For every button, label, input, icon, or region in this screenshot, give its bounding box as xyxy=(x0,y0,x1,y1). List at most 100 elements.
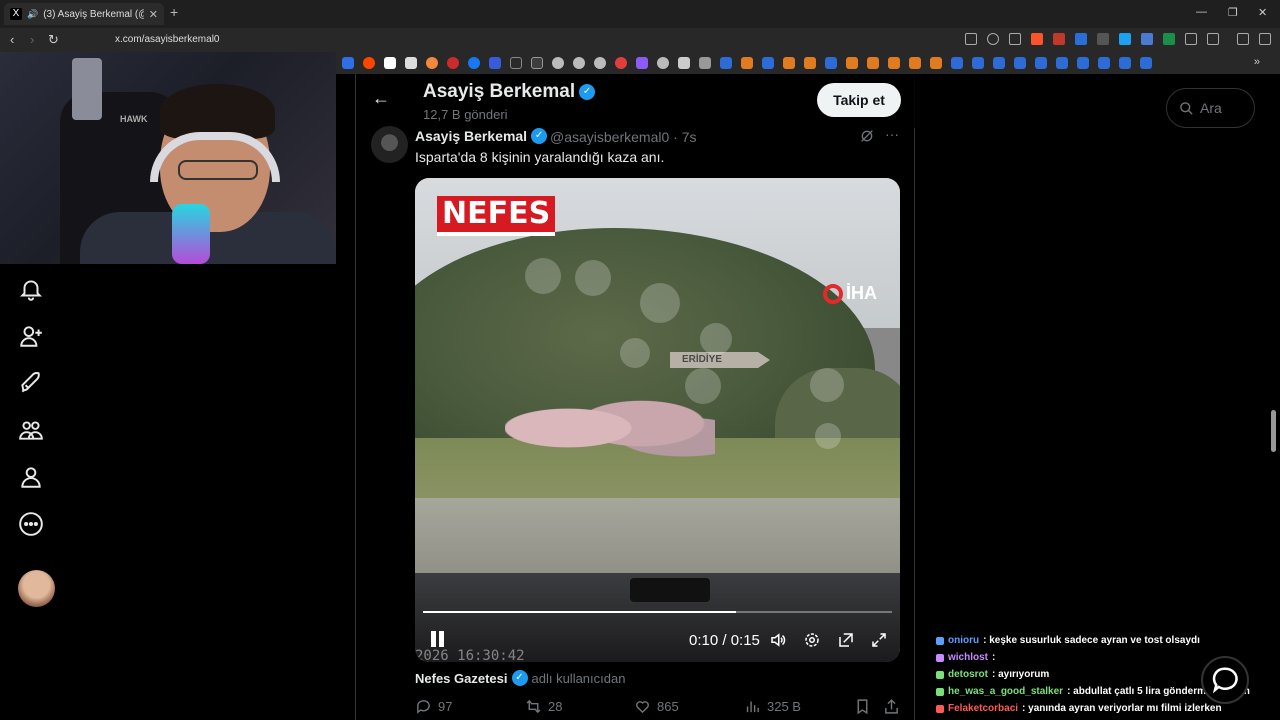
bookmark-icon[interactable] xyxy=(699,57,711,69)
follow-button[interactable]: Takip et xyxy=(817,83,901,117)
views-button[interactable]: 325 B xyxy=(744,698,801,715)
bookmark-icon[interactable] xyxy=(867,57,879,69)
tweet-more-button[interactable]: ··· xyxy=(885,126,899,142)
tweet-author-name[interactable]: Asayiş Berkemal ✓ xyxy=(415,128,548,144)
bookmark-icon[interactable] xyxy=(468,57,480,69)
bookmark-icon[interactable] xyxy=(615,57,627,69)
chat-bubble-button[interactable] xyxy=(1201,656,1249,704)
profile-icon[interactable] xyxy=(18,464,44,490)
repost-button[interactable]: 28 xyxy=(525,698,562,715)
bookmark-icon[interactable] xyxy=(951,57,963,69)
tweet-author-avatar[interactable] xyxy=(371,126,408,163)
bookmark-icon[interactable] xyxy=(636,57,648,69)
extension-icon[interactable] xyxy=(1119,33,1131,45)
brave-shield-icon[interactable] xyxy=(1031,33,1043,45)
pause-icon[interactable] xyxy=(429,631,445,649)
bookmark-icon[interactable] xyxy=(447,57,459,69)
bookmark-icon[interactable] xyxy=(510,57,522,69)
bookmark-icon[interactable] xyxy=(854,698,871,715)
media-icon[interactable] xyxy=(1237,33,1249,45)
bookmark-icon[interactable] xyxy=(846,57,858,69)
video-progress-bar[interactable] xyxy=(423,611,892,613)
tab-close-icon[interactable]: ✕ xyxy=(149,8,158,21)
bookmark-icon[interactable] xyxy=(1119,57,1131,69)
extension-icon[interactable] xyxy=(1053,33,1065,45)
bookmark-icon[interactable] xyxy=(531,57,543,69)
bookmark-icon[interactable] xyxy=(678,57,690,69)
bookmark-icon[interactable] xyxy=(342,57,354,69)
bookmarks-overflow-button[interactable]: » xyxy=(1254,56,1260,68)
attribution-name[interactable]: Nefes Gazetesi xyxy=(415,671,508,686)
communities-icon[interactable] xyxy=(18,417,44,443)
bookmark-icon[interactable] xyxy=(1077,57,1089,69)
bookmark-icon[interactable] xyxy=(384,57,396,69)
extension-icon[interactable] xyxy=(1075,33,1087,45)
tweet-handle-time[interactable]: @asayisberkemal0 · 7s xyxy=(550,129,697,145)
bookmark-icon[interactable] xyxy=(909,57,921,69)
bookmark-icon[interactable] xyxy=(405,57,417,69)
browser-tab[interactable]: X 🔊 (3) Asayiş Berkemal (@asayis ✕ xyxy=(4,3,164,25)
bookmark-icon[interactable] xyxy=(1056,57,1068,69)
fullscreen-icon[interactable] xyxy=(870,631,888,649)
share-icon[interactable] xyxy=(1009,33,1021,45)
bookmark-icon[interactable] xyxy=(762,57,774,69)
chat-username[interactable]: Felaketcorbaci xyxy=(948,703,1018,714)
bookmark-icon[interactable] xyxy=(1014,57,1026,69)
settings-gear-icon[interactable] xyxy=(803,631,821,649)
chat-username[interactable]: wichlost xyxy=(948,652,988,663)
bookmark-icon[interactable] xyxy=(804,57,816,69)
chat-username[interactable]: detosrot xyxy=(948,669,988,680)
bookmark-icon[interactable] xyxy=(825,57,837,69)
sidebar-icon[interactable] xyxy=(1207,33,1219,45)
extensions-puzzle-icon[interactable] xyxy=(1185,33,1197,45)
maximize-button[interactable]: ❐ xyxy=(1228,6,1238,19)
more-options-icon[interactable] xyxy=(18,511,44,537)
chat-username[interactable]: onioru xyxy=(948,635,979,646)
bookmark-icon[interactable] xyxy=(552,57,564,69)
bookmark-icon[interactable] xyxy=(972,57,984,69)
account-avatar[interactable] xyxy=(18,570,55,607)
back-button[interactable]: ← xyxy=(372,88,390,109)
bookmark-icon[interactable] xyxy=(930,57,942,69)
video-player[interactable]: ERİDİYE NEFES İHA 2026 16:30:42 0:10 / 0… xyxy=(415,178,900,662)
bookmark-icon[interactable] xyxy=(783,57,795,69)
bookmark-icon[interactable] xyxy=(594,57,606,69)
search-box[interactable]: Ara xyxy=(1166,88,1255,128)
bookmark-icon[interactable] xyxy=(657,57,669,69)
bookmark-icon[interactable] xyxy=(1098,57,1110,69)
bookmark-icon[interactable] xyxy=(489,57,501,69)
extension-icon[interactable] xyxy=(1163,33,1175,45)
speaker-icon[interactable]: 🔊 xyxy=(27,9,38,20)
bookmark-icon[interactable] xyxy=(1140,57,1152,69)
menu-icon[interactable] xyxy=(1259,33,1271,45)
cast-icon[interactable] xyxy=(965,33,977,45)
extension-icon[interactable] xyxy=(1097,33,1109,45)
volume-icon[interactable] xyxy=(769,631,787,649)
share-icon[interactable] xyxy=(883,698,900,715)
bookmark-icon[interactable] xyxy=(993,57,1005,69)
bookmark-icon[interactable] xyxy=(426,57,438,69)
extension-icon[interactable] xyxy=(1141,33,1153,45)
new-tab-button[interactable]: + xyxy=(170,4,178,20)
bookmark-icon[interactable] xyxy=(741,57,753,69)
back-nav-icon[interactable]: ‹ xyxy=(10,32,14,47)
grok-icon[interactable] xyxy=(859,128,875,144)
rocket-icon[interactable] xyxy=(18,370,44,396)
reload-icon[interactable]: ↻ xyxy=(48,32,59,48)
window-close-button[interactable]: ✕ xyxy=(1258,6,1267,19)
page-scrollbar[interactable] xyxy=(1271,410,1276,452)
picture-in-picture-icon[interactable] xyxy=(837,631,855,649)
bookmark-icon[interactable] xyxy=(720,57,732,69)
minimize-button[interactable]: — xyxy=(1196,6,1207,18)
reply-button[interactable]: 97 xyxy=(415,698,452,715)
like-button[interactable]: 865 xyxy=(634,698,679,715)
zoom-icon[interactable] xyxy=(987,33,999,45)
bookmark-icon[interactable] xyxy=(573,57,585,69)
chat-username[interactable]: he_was_a_good_stalker xyxy=(948,686,1063,697)
bookmark-icon[interactable] xyxy=(888,57,900,69)
bookmark-icon[interactable] xyxy=(1035,57,1047,69)
bookmark-icon[interactable] xyxy=(363,57,375,69)
url-input[interactable]: x.com/asayisberkemal0 xyxy=(115,34,219,45)
forward-nav-icon[interactable]: › xyxy=(30,32,34,47)
follow-icon[interactable] xyxy=(18,323,44,349)
